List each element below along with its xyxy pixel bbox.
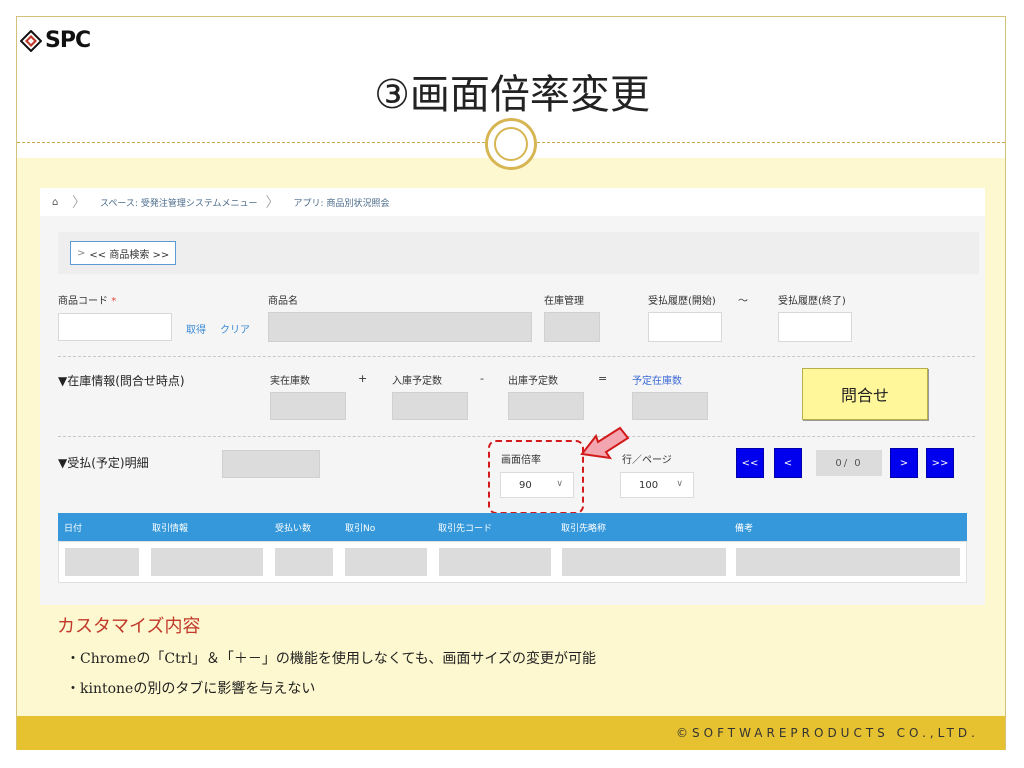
grid-col-trans-no: 取引No — [345, 524, 376, 534]
spc-logo-icon — [20, 29, 42, 52]
product-code-label: 商品コード * — [58, 296, 117, 307]
history-end-label: 受払履歴(終了) — [778, 296, 846, 307]
get-link[interactable]: 取得 — [186, 321, 206, 336]
rows-per-page-select[interactable]: 100 ∨ — [620, 472, 694, 498]
grid-col-date: 日付 — [64, 524, 83, 534]
history-end-input[interactable] — [778, 312, 852, 342]
footer-bar: ©SOFTWAREPRODUCTS CO.,LTD. — [17, 716, 1005, 750]
incoming-field — [392, 392, 468, 420]
detail-field — [222, 450, 320, 478]
grid-col-customer-code: 取引先コード — [438, 524, 493, 534]
description-line: ・kintoneの別のタブに影響を与えない — [66, 681, 316, 697]
history-start-label: 受払履歴(開始) — [648, 296, 716, 307]
table-cell — [736, 548, 960, 576]
chevron-right-icon: 〉 — [265, 195, 280, 211]
stock-mgmt-field — [544, 312, 600, 342]
copyright-text: ©SOFTWAREPRODUCTS CO.,LTD. — [676, 726, 979, 740]
chevron-right-icon: > — [77, 247, 86, 259]
product-code-input[interactable] — [58, 313, 172, 341]
planned-stock-label: 予定在庫数 — [632, 376, 682, 387]
description-title: カスタマイズ内容 — [57, 616, 201, 637]
history-start-input[interactable] — [648, 312, 722, 342]
planned-stock-field — [632, 392, 708, 420]
grid-col-qty: 受払い数 — [275, 524, 312, 534]
tilde-label: ～ — [738, 296, 748, 307]
outgoing-field — [508, 392, 584, 420]
stock-mgmt-label: 在庫管理 — [544, 296, 584, 307]
kintone-app-screenshot: ⌂ 〉 スペース: 受発注管理システムメニュー 〉 アプリ: 商品別状況照会 >… — [40, 188, 985, 605]
outgoing-label: 出庫予定数 — [508, 376, 558, 387]
required-mark: * — [111, 296, 117, 307]
minus-operator: - — [480, 372, 484, 385]
table-row — [58, 541, 967, 583]
next-page-button[interactable]: > — [890, 448, 918, 478]
plus-operator: + — [358, 372, 368, 385]
stock-section-title: ▼在庫情報(問合せ時点) — [58, 374, 185, 388]
equals-operator: = — [598, 372, 608, 385]
product-name-field — [268, 312, 532, 342]
prev-page-button[interactable]: < — [774, 448, 802, 478]
table-cell — [345, 548, 427, 576]
clear-link[interactable]: クリア — [220, 321, 250, 336]
grid-col-transaction: 取引情報 — [152, 524, 189, 534]
page-info: 0/ 0 — [816, 450, 882, 476]
table-cell — [65, 548, 139, 576]
inquiry-button[interactable]: 問合せ — [802, 368, 928, 420]
breadcrumb-app[interactable]: アプリ: 商品別状況照会 — [294, 196, 390, 209]
actual-stock-field — [270, 392, 346, 420]
rows-per-page-label: 行／ページ — [622, 455, 672, 466]
table-cell — [439, 548, 551, 576]
chevron-right-icon: 〉 — [72, 195, 86, 211]
first-page-button[interactable]: << — [736, 448, 764, 478]
zoom-highlight-box — [488, 440, 584, 514]
breadcrumb: ⌂ 〉 スペース: 受発注管理システムメニュー 〉 アプリ: 商品別状況照会 — [40, 188, 985, 216]
divider — [58, 436, 975, 437]
description-line: ・Chromeの「Ctrl」＆「＋－」の機能を使用しなくても、画面サイズの変更が… — [66, 651, 596, 667]
product-name-label: 商品名 — [268, 296, 298, 307]
rows-per-page-value: 100 — [639, 479, 659, 491]
table-cell — [562, 548, 726, 576]
search-toggle-label: << 商品検索 >> — [89, 249, 170, 261]
table-cell — [275, 548, 333, 576]
company-logo: SPC — [20, 28, 91, 53]
home-icon[interactable]: ⌂ — [52, 197, 64, 208]
ring-ornament-icon — [485, 118, 537, 170]
grid-col-customer-name: 取引先略称 — [561, 524, 607, 534]
detail-section-title: ▼受払(予定)明細 — [58, 456, 149, 470]
slide-title: ③画面倍率変更 — [374, 72, 650, 118]
grid-col-notes: 備考 — [735, 524, 754, 534]
grid-header: 日付 取引情報 受払い数 取引No 取引先コード 取引先略称 備考 — [58, 513, 967, 541]
last-page-button[interactable]: >> — [926, 448, 954, 478]
incoming-label: 入庫予定数 — [392, 376, 442, 387]
product-search-toggle[interactable]: > << 商品検索 >> — [70, 241, 177, 265]
breadcrumb-space[interactable]: スペース: 受発注管理システムメニュー — [100, 196, 258, 209]
search-panel: > << 商品検索 >> — [58, 232, 979, 274]
table-cell — [151, 548, 263, 576]
logo-text: SPC — [45, 28, 91, 53]
actual-stock-label: 実在庫数 — [270, 376, 310, 387]
divider — [58, 356, 975, 357]
chevron-down-icon: ∨ — [676, 479, 683, 489]
